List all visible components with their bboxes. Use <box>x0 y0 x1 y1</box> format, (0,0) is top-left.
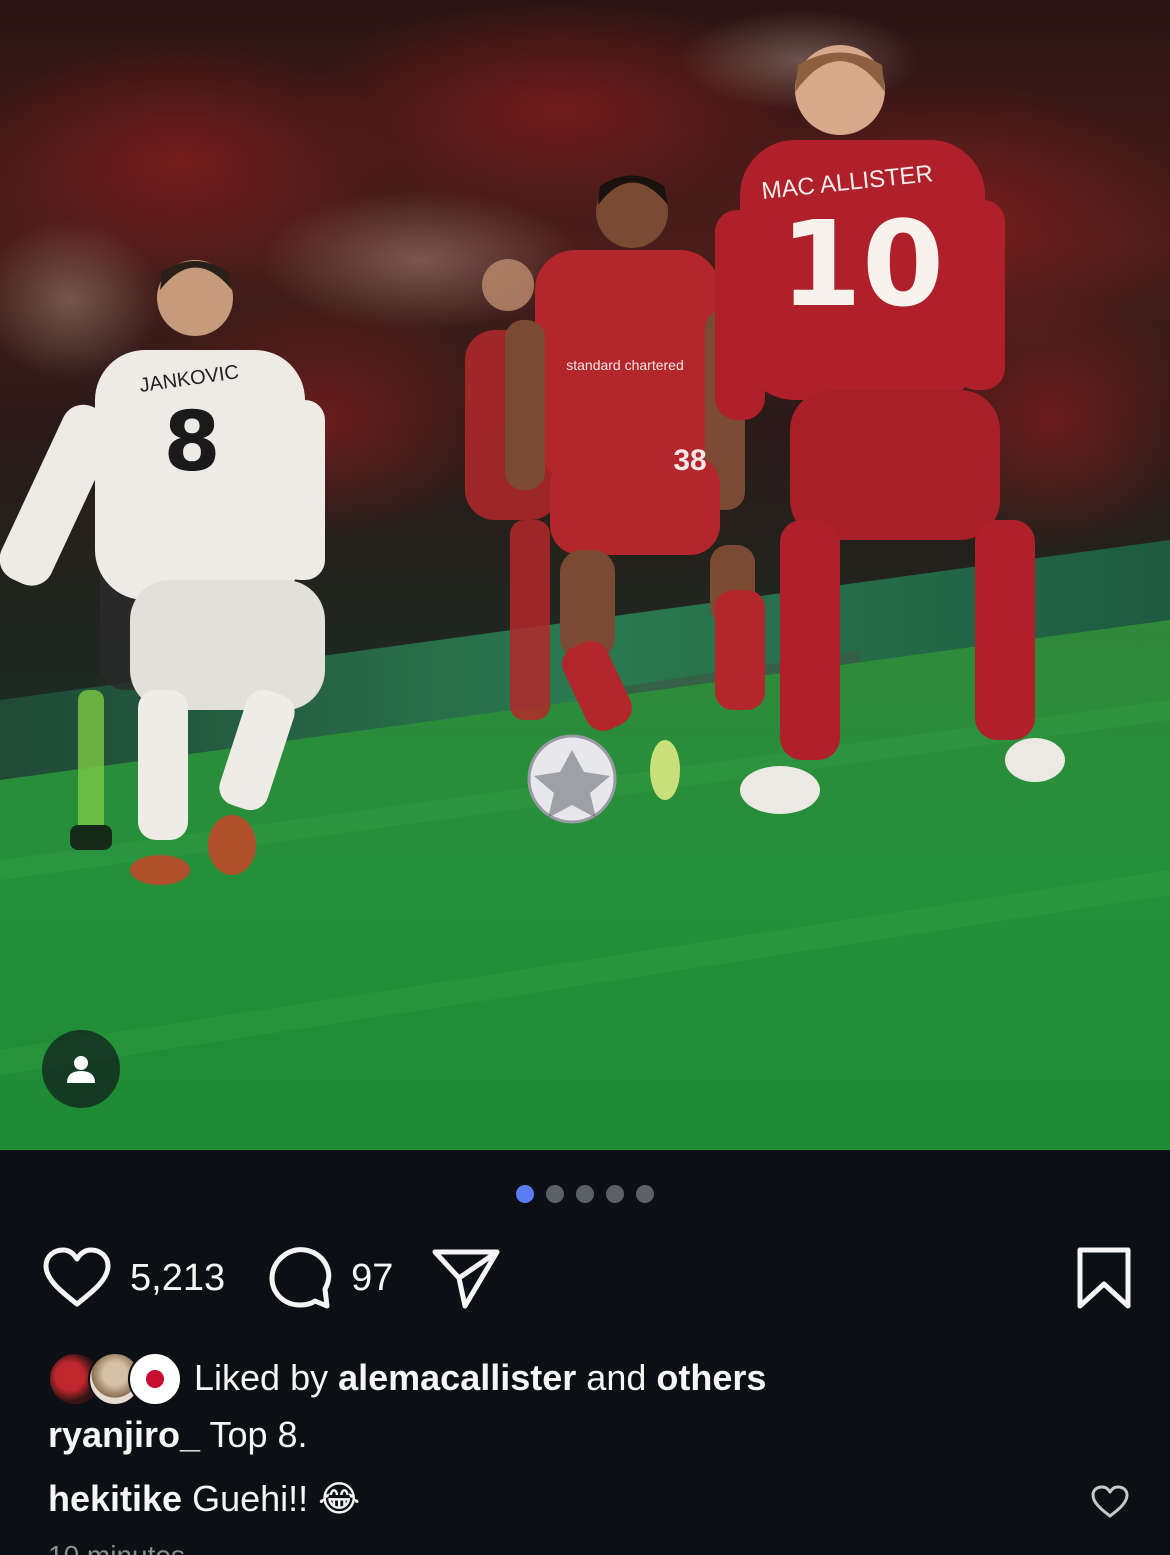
bookmark-icon <box>1077 1247 1131 1309</box>
paper-plane-icon <box>432 1249 500 1309</box>
comment-count[interactable]: 97 <box>351 1257 393 1300</box>
comment-bubble-icon <box>269 1247 332 1309</box>
post-timestamp: 10 minutes <box>48 1540 185 1555</box>
liked-by-line[interactable]: Liked by alemacallister and others <box>48 1352 766 1406</box>
instagram-post: JANKOVIC 8 standard chartered 38 MAC ALL… <box>0 0 1170 1555</box>
caption-username[interactable]: ryanjiro_ <box>48 1414 200 1455</box>
carousel-dot <box>576 1185 594 1203</box>
comment-text: Guehi!! 😂 <box>192 1478 361 1519</box>
like-button[interactable]: 5,213 <box>42 1246 225 1310</box>
liked-by-username[interactable]: alemacallister <box>338 1357 576 1399</box>
person-icon <box>67 1056 95 1083</box>
carousel-dot-active <box>516 1185 534 1203</box>
svg-text:38: 38 <box>673 444 706 477</box>
carousel-dot <box>546 1185 564 1203</box>
post-actions-bar: 5,213 97 <box>42 1240 1132 1316</box>
carousel-indicator <box>0 1185 1170 1203</box>
carousel-dot <box>606 1185 624 1203</box>
comment-button[interactable]: 97 <box>267 1245 393 1311</box>
tagged-people-button[interactable] <box>42 1030 120 1108</box>
like-count[interactable]: 5,213 <box>130 1257 225 1300</box>
comment-like-button[interactable] <box>1090 1484 1130 1525</box>
heart-icon <box>43 1247 111 1307</box>
liked-by-prefix: Liked by <box>194 1357 329 1398</box>
comment: hekitike Guehi!! 😂 <box>48 1478 360 1520</box>
photo-illustration: JANKOVIC 8 standard chartered 38 MAC ALL… <box>0 0 1170 1150</box>
liker-avatars <box>48 1352 182 1406</box>
caption-text: Top 8. <box>209 1414 308 1455</box>
svg-text:standard chartered: standard chartered <box>566 357 684 373</box>
heart-icon <box>1091 1485 1129 1518</box>
liked-by-others[interactable]: others <box>656 1357 766 1399</box>
post-photo[interactable]: JANKOVIC 8 standard chartered 38 MAC ALL… <box>0 0 1170 1150</box>
caption: ryanjiro_ Top 8. <box>48 1414 308 1456</box>
liked-by-joiner: and <box>586 1357 647 1398</box>
svg-text:8: 8 <box>163 395 220 490</box>
share-button[interactable] <box>431 1246 501 1310</box>
comment-username[interactable]: hekitike <box>48 1478 182 1519</box>
carousel-dot <box>636 1185 654 1203</box>
save-button[interactable] <box>1076 1246 1132 1310</box>
avatar <box>128 1352 182 1406</box>
svg-text:10: 10 <box>780 195 944 333</box>
